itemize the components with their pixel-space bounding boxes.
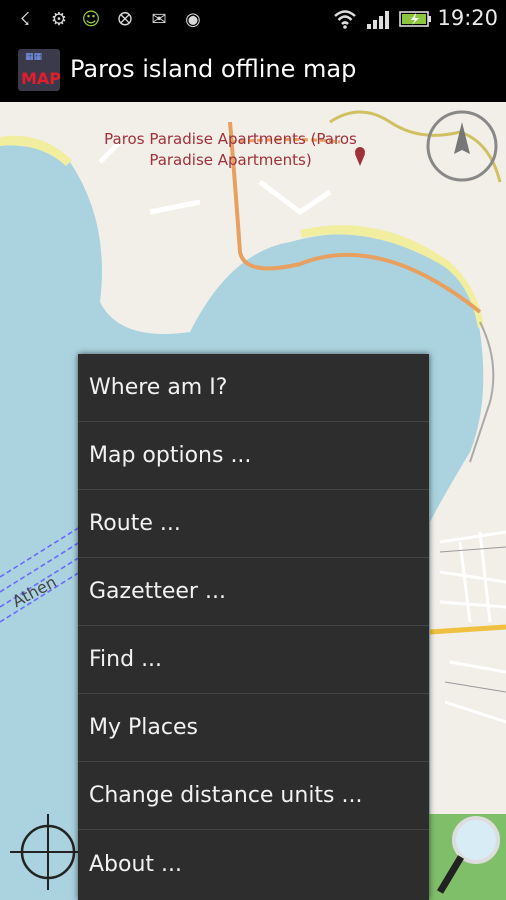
app-title-bar: ▦▦ MAP Paros island offline map — [0, 38, 506, 104]
menu-item-where-am-i[interactable]: Where am I? — [78, 354, 429, 422]
menu-item-gazetteer[interactable]: Gazetteer ... — [78, 558, 429, 626]
menu-item-find[interactable]: Find ... — [78, 626, 429, 694]
options-menu: Where am I? Map options ... Route ... Ga… — [78, 354, 429, 900]
menu-item-route[interactable]: Route ... — [78, 490, 429, 558]
poi-label[interactable]: Paros Paradise Apartments (Paros Paradis… — [98, 129, 363, 171]
wifi-icon — [332, 6, 358, 32]
android-icon: ☺ — [81, 8, 101, 30]
compass-icon[interactable] — [428, 112, 496, 180]
app-icon: ▦▦ MAP — [18, 49, 60, 91]
usb-icon: ☇ — [19, 8, 31, 30]
app-title: Paros island offline map — [70, 55, 357, 83]
signal-icon — [366, 6, 392, 32]
battery-charging-icon — [398, 6, 434, 32]
nfc-icon: ⭙ — [117, 8, 133, 30]
menu-item-change-distance-units[interactable]: Change distance units ... — [78, 762, 429, 830]
status-time: 19:20 — [437, 6, 498, 30]
android-debug-icon: ⚙ — [50, 8, 68, 30]
mail-icon: ✉ — [151, 8, 167, 30]
status-bar: ☇ ⚙ ☺ ⭙ ✉ ◉ 19:20 — [0, 0, 506, 38]
my-location-button[interactable] — [14, 818, 82, 886]
menu-item-my-places[interactable]: My Places — [78, 694, 429, 762]
menu-item-map-options[interactable]: Map options ... — [78, 422, 429, 490]
menu-item-about[interactable]: About ... — [78, 830, 429, 898]
spotify-icon: ◉ — [185, 8, 201, 30]
search-map-button[interactable] — [430, 814, 506, 900]
